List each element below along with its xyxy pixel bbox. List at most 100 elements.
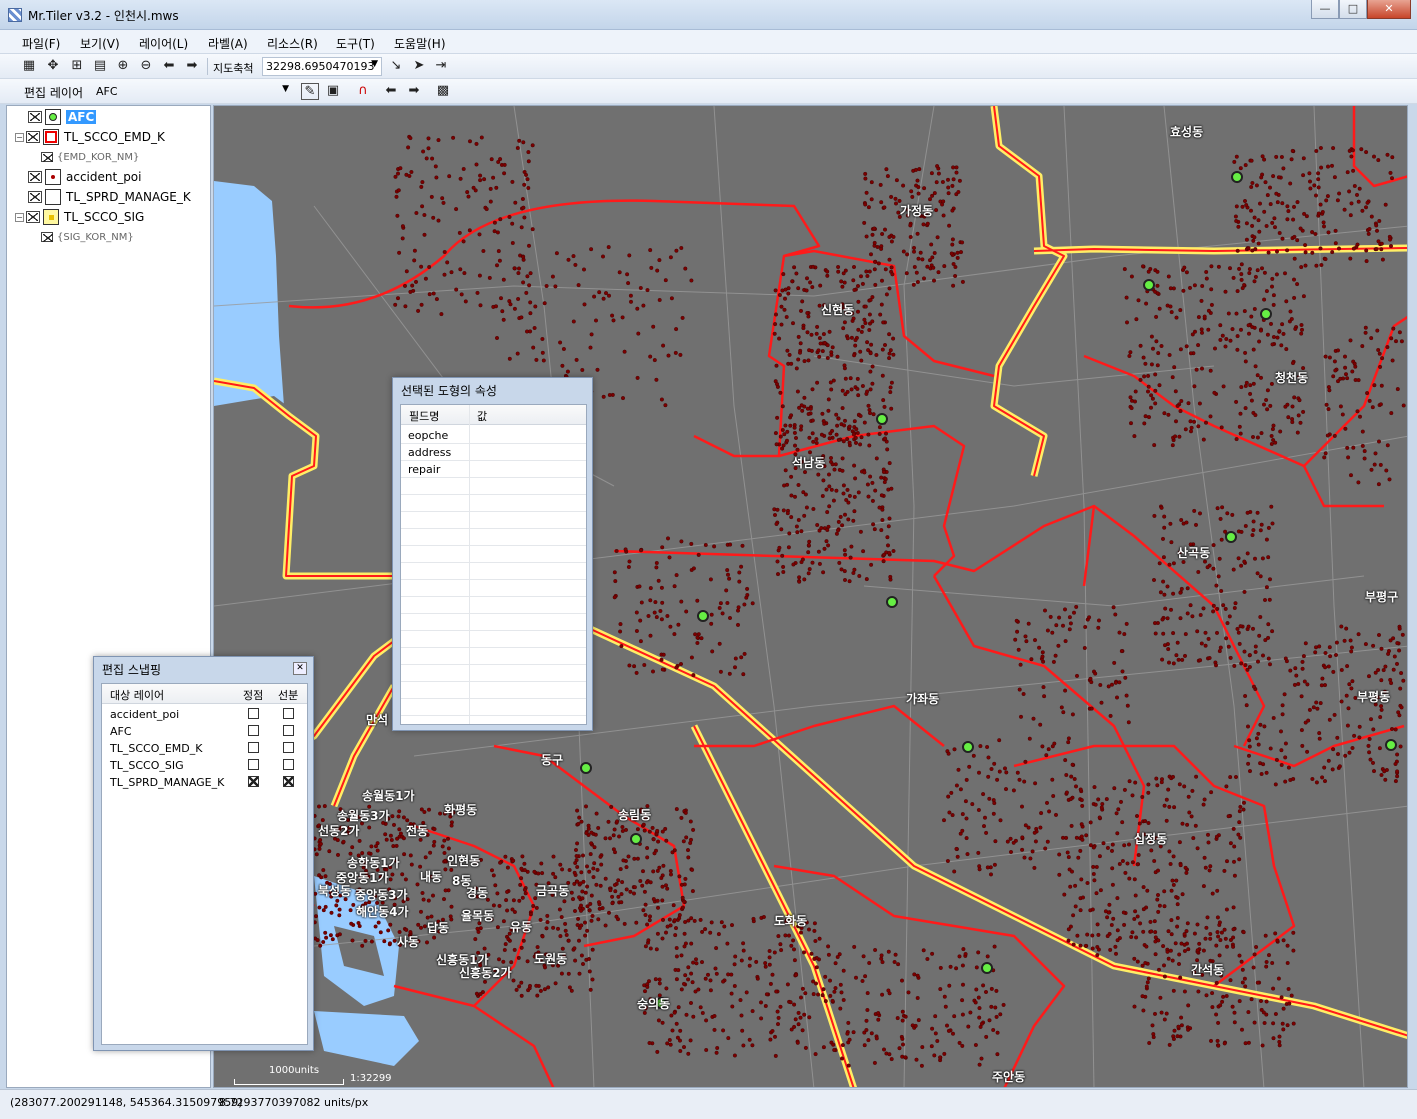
back-icon[interactable]: ⬅	[160, 58, 178, 75]
layer-row-afc[interactable]: AFC	[28, 108, 97, 126]
app-icon	[8, 8, 22, 22]
segment-snap-checkbox[interactable]	[283, 708, 294, 719]
layer-visibility-checkbox[interactable]	[26, 211, 40, 223]
window-title: Mr.Tiler v3.2 - 인천시.mws	[28, 9, 179, 23]
table-row[interactable]: repair	[401, 461, 586, 478]
map-label: 부평구	[1365, 590, 1399, 604]
map-label: 전동	[406, 824, 429, 838]
minimize-button[interactable]: —	[1311, 0, 1339, 19]
zoom-out-icon[interactable]: ⊖	[137, 58, 155, 75]
table-row: TL_SCCO_SIG	[102, 757, 307, 774]
export-icon[interactable]: ⇥	[432, 58, 450, 75]
layer-row-accident[interactable]: accident_poi	[28, 168, 142, 186]
vertex-snap-checkbox[interactable]	[248, 759, 259, 770]
scale-bar-label: 1000units	[269, 1065, 320, 1076]
label-row-emd[interactable]: {EMD_KOR_NM}	[41, 148, 139, 166]
label-visibility-checkbox[interactable]	[41, 232, 53, 242]
map-label: 효성동	[1170, 125, 1204, 139]
scale-ratio: 1:32299	[350, 1073, 392, 1084]
menu-file[interactable]: 파일(F)	[22, 35, 60, 52]
magnet-icon[interactable]: ∩	[354, 83, 372, 100]
vertex-snap-checkbox[interactable]	[248, 776, 259, 787]
segment-snap-checkbox[interactable]	[283, 776, 294, 787]
map-label: 도원동	[534, 952, 568, 966]
map-label: 석남동	[792, 456, 826, 470]
maximize-button[interactable]: □	[1339, 0, 1367, 19]
label-visibility-checkbox[interactable]	[41, 152, 53, 162]
grid-icon[interactable]: ⊞	[68, 58, 86, 75]
segment-snap-checkbox[interactable]	[283, 725, 294, 736]
zoom-in-icon[interactable]: ⊕	[114, 58, 132, 75]
yellow-polygon-icon	[43, 209, 59, 225]
layer-visibility-checkbox[interactable]	[28, 171, 42, 183]
table-row: TL_SPRD_MANAGE_K	[102, 774, 307, 791]
segment-snap-checkbox[interactable]	[283, 742, 294, 753]
map-label: 사동	[397, 935, 420, 949]
redo-icon[interactable]: ➡	[405, 83, 423, 100]
snapping-dialog-title: 편집 스냅핑	[102, 663, 162, 677]
main-toolbar: ▦ ✥ ⊞ ▤ ⊕ ⊖ ⬅ ➡ 지도축척 32298.6950470193 ▼ …	[0, 54, 1417, 79]
scale-tool-icon[interactable]: ↘	[387, 58, 405, 75]
menu-layer[interactable]: 레이어(L)	[139, 35, 188, 52]
green-point-icon	[45, 109, 61, 125]
map-label: 십정동	[1134, 832, 1168, 846]
attribute-dialog-title: 선택된 도형의 속성	[401, 384, 497, 398]
vertex-snap-checkbox[interactable]	[248, 708, 259, 719]
edit-layer-combo[interactable]: AFC ▼	[92, 82, 293, 101]
map-resolution: 8.7293770397082 units/px	[219, 1096, 369, 1109]
map-label: 율목동	[461, 909, 495, 923]
menu-view[interactable]: 보기(V)	[80, 35, 120, 52]
table-icon[interactable]: ▤	[91, 58, 109, 75]
pointer-icon[interactable]: ➤	[410, 58, 428, 75]
layer-row-sprd[interactable]: TL_SPRD_MANAGE_K	[28, 188, 191, 206]
table-row[interactable]: address	[401, 444, 586, 461]
add-shape-icon[interactable]: ▣	[324, 83, 342, 100]
edit-mode-icon[interactable]: ✎	[301, 83, 319, 100]
attribute-grid: 필드명 값 eopche address repair	[400, 404, 587, 725]
table-row[interactable]: eopche	[401, 427, 586, 444]
title-bar: Mr.Tiler v3.2 - 인천시.mws — □ ✕	[0, 0, 1417, 30]
segment-snap-checkbox[interactable]	[283, 759, 294, 770]
scale-combo[interactable]: 32298.6950470193 ▼	[262, 57, 382, 76]
map-label: 송림동	[618, 808, 652, 822]
collapse-icon[interactable]: −	[15, 132, 24, 142]
forward-icon[interactable]: ➡	[183, 58, 201, 75]
vertex-snap-checkbox[interactable]	[248, 725, 259, 736]
vertex-snap-checkbox[interactable]	[248, 742, 259, 753]
label-row-sig[interactable]: {SIG_KOR_NM}	[41, 228, 134, 246]
select-extent-icon[interactable]: ▦	[20, 58, 38, 75]
column-header: 대상 레이어	[110, 689, 165, 702]
layer-visibility-checkbox[interactable]	[28, 191, 42, 203]
map-label: 간석동	[1191, 963, 1225, 977]
layer-visibility-checkbox[interactable]	[26, 131, 40, 143]
menu-help[interactable]: 도움말(H)	[394, 35, 446, 52]
undo-icon[interactable]: ⬅	[382, 83, 400, 100]
close-icon[interactable]: ✕	[293, 662, 307, 675]
column-header: 선분	[278, 689, 299, 702]
menu-bar: 파일(F) 보기(V) 레이어(L) 라벨(A) 리소스(R) 도구(T) 도움…	[0, 30, 1417, 54]
menu-tools[interactable]: 도구(T)	[336, 35, 375, 52]
menu-label[interactable]: 라벨(A)	[208, 35, 248, 52]
map-label: 청천동	[1275, 371, 1309, 385]
snapping-dialog: 편집 스냅핑 ✕ 대상 레이어 정점 선분 accident_poi AFC T…	[93, 656, 314, 1051]
pan-icon[interactable]: ✥	[44, 58, 62, 75]
edit-layer-label: 편집 레이어	[24, 86, 84, 100]
edit-toolbar: 편집 레이어 AFC ▼ ✎ ▣ ∩ ⬅ ➡ ▩	[0, 79, 1417, 104]
layer-row-sig[interactable]: − TL_SCCO_SIG	[15, 208, 144, 226]
map-label: 신흥동2가	[459, 966, 512, 980]
layer-visibility-checkbox[interactable]	[28, 111, 42, 123]
menu-resource[interactable]: 리소스(R)	[267, 35, 318, 52]
table-row: TL_SCCO_EMD_K	[102, 740, 307, 757]
map-label: 인현동	[447, 854, 481, 868]
attribute-dialog: 선택된 도형의 속성 필드명 값 eopche address repair	[392, 377, 593, 731]
map-label: 동구	[541, 753, 564, 767]
collapse-icon[interactable]: −	[15, 212, 24, 222]
map-label: 북성동	[318, 884, 352, 898]
map-label: 신현동	[821, 303, 855, 317]
column-header: 정점	[243, 689, 264, 702]
map-label: 선동2가	[318, 824, 360, 838]
save-icon[interactable]: ▩	[434, 83, 452, 100]
layer-row-emd[interactable]: − TL_SCCO_EMD_K	[15, 128, 165, 146]
close-button[interactable]: ✕	[1367, 0, 1411, 19]
map-label: 중앙동3가	[355, 888, 408, 902]
